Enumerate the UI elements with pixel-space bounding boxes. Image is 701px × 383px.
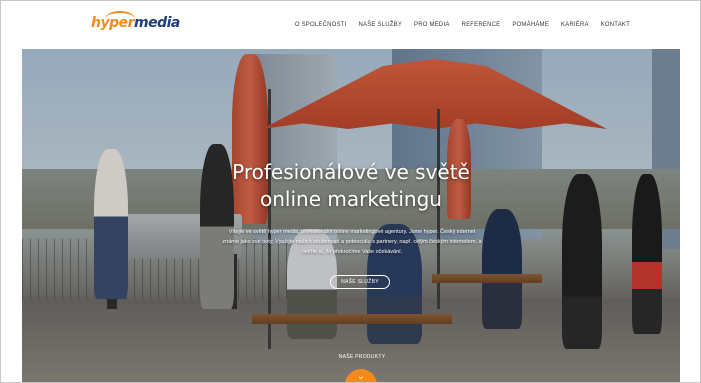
nav-pro-media[interactable]: PRO MEDIA [414,22,449,28]
nav-reference[interactable]: REFERENCE [462,22,501,28]
hypermedia-logo[interactable]: hypermedia [91,11,180,37]
hero-overlay [22,49,680,382]
nav-pomahame[interactable]: POMÁHÁME [512,22,549,28]
our-products-link[interactable]: NAŠE PRODUKTY [322,354,402,360]
page-frame: hypermedia O SPOLEČNOSTI NAŠE SLUŽBY PRO… [0,0,701,383]
scroll-down-button[interactable]: ⌄ [345,369,377,382]
site-header: hypermedia O SPOLEČNOSTI NAŠE SLUŽBY PRO… [1,1,700,49]
hero-section: Profesionálové ve světě online marketing… [22,49,680,382]
main-nav: O SPOLEČNOSTI NAŠE SLUŽBY PRO MEDIA REFE… [295,22,630,28]
nav-kariera[interactable]: KARIÉRA [561,22,589,28]
nav-o-spolecnosti[interactable]: O SPOLEČNOSTI [295,22,347,28]
nav-nase-sluzby[interactable]: NAŠE SLUŽBY [359,22,403,28]
chevron-down-icon: ⌄ [356,371,366,382]
our-services-button[interactable]: NAŠE SLUŽBY [330,275,390,289]
logo-text-media: media [134,15,180,31]
hero-title: Profesionálové ve světě online marketing… [232,160,470,211]
hero-description: Vítejte ve světě hyper media, profesioná… [222,229,482,255]
nav-kontakt[interactable]: KONTAKT [601,22,630,28]
logo-arc-icon [105,11,135,27]
